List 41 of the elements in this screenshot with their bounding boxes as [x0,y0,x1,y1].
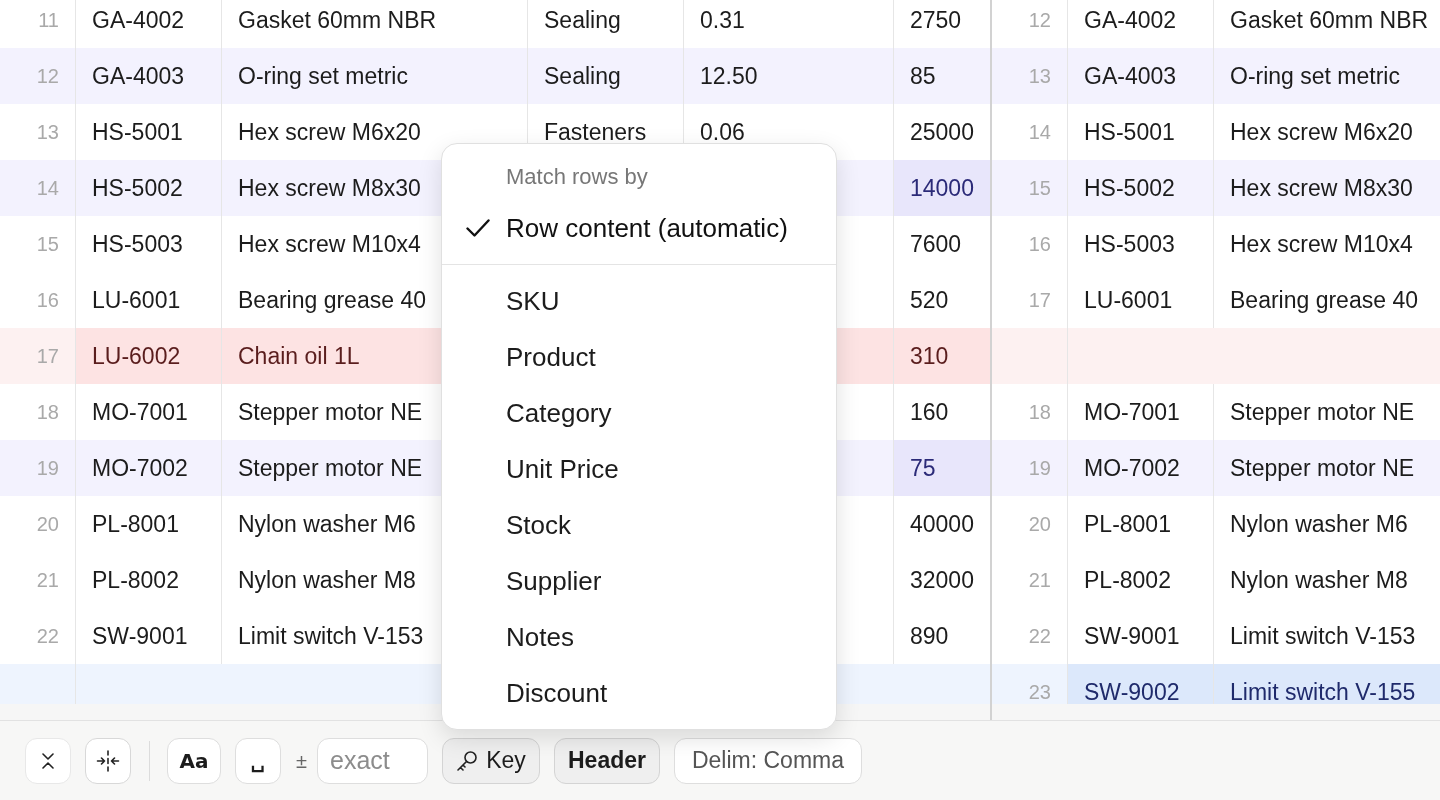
menu-option[interactable]: Discount [442,665,836,721]
delimiter-button[interactable]: Delim: Comma [674,737,862,784]
line-number: 23 [992,664,1068,704]
table-cell-text: 32000 [909,566,975,595]
table-cell-text: Stepper motor NE [1229,398,1416,427]
table-cell-text: Limit switch V-155 [1229,678,1417,704]
table-cell-text: 25000 [909,118,975,147]
table-cell-text: Hex screw M8x30 [1229,174,1414,203]
key-button[interactable]: Key [442,737,540,784]
toolbar-button[interactable] [85,737,131,784]
table-cell-text: 310 [909,342,950,371]
table-cell-text: 520 [909,286,950,315]
table-cell-text: Bearing grease 40 [1229,286,1419,315]
table-cell-text: Hex screw M10x4 [1229,230,1414,259]
table-cell: 14000 [894,160,990,216]
header-button[interactable]: Header [554,737,660,784]
table-cell-text: Stepper motor NE [1229,454,1416,483]
toggle-button[interactable]: Aa [167,737,221,784]
table-cell: 75 [894,440,990,496]
table-cell-text: Hex screw M6x20 [1229,118,1414,147]
table-cell-text: Nylon washer M6 [1229,510,1409,539]
table-cell-text: O-ring set metric [1229,62,1401,91]
table-cell-text: 890 [909,622,950,651]
toggle-button[interactable]: ␣ [235,737,281,784]
plus-minus-sign: ± [296,748,307,774]
table-cell-text: 40000 [909,510,975,539]
table-cell-text: 160 [909,398,950,427]
table-cell-text: Nylon washer M8 [1229,566,1409,595]
table-cell-text: 85 [909,62,937,91]
table-cell-text: Gasket 60mm NBR [1229,6,1430,35]
table-cell-text: 2750 [909,6,963,35]
arrows-to-line-icon [96,749,120,772]
table-cell-text: Limit switch V-153 [1229,622,1417,651]
check-icon [466,218,490,238]
input-field[interactable]: exact [317,737,428,784]
line-number: 17 [0,328,76,384]
chevrons-icon [40,750,56,771]
key-icon [456,749,479,772]
scrollbar-track[interactable] [992,704,1440,720]
collapse-button[interactable] [25,737,71,784]
table-cell-text: 7600 [909,230,963,259]
